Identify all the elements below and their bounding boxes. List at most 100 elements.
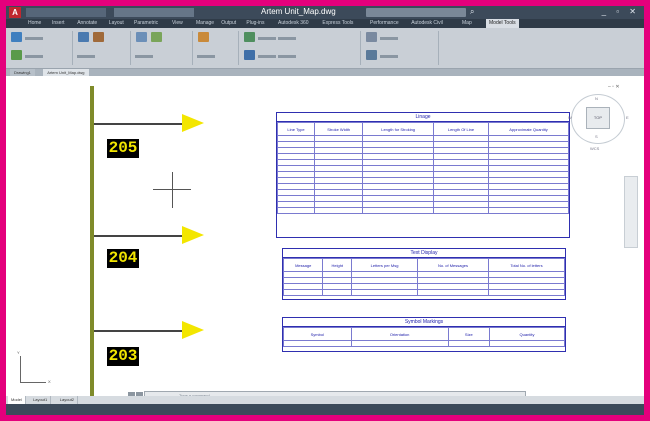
document-title: Artem Unit_Map.dwg (261, 7, 336, 16)
file-tab[interactable]: Drawing1 (10, 69, 35, 76)
map-icon[interactable] (244, 32, 255, 42)
layout-tab-layout2[interactable]: Layout2 (57, 396, 79, 404)
table-header-cell: Stroke Width (314, 122, 364, 136)
drawing-canvas[interactable]: 205 204 203 Linage Line Type Stroke Width… (6, 76, 644, 396)
ribbon-tab-express-tools[interactable]: Express Tools (322, 19, 353, 28)
extrude-icon[interactable] (151, 32, 162, 42)
layer-icon[interactable] (244, 50, 255, 60)
ribbon-tab-manage[interactable]: Manage (196, 19, 214, 28)
table-header-cell: Line Type (276, 122, 316, 136)
ribbon-tab-performance[interactable]: Performance (370, 19, 399, 28)
compass-north-label[interactable]: N (595, 96, 598, 101)
viewport-controls[interactable]: – ▫ ✕ (608, 84, 620, 90)
table-cell (276, 207, 316, 214)
flag-204 (182, 226, 204, 244)
box-icon[interactable] (93, 32, 104, 42)
ribbon-tab-map[interactable]: Map (462, 19, 472, 28)
table-cell (489, 340, 565, 347)
ribbon-tab-parametric[interactable]: Parametric (134, 19, 158, 28)
application-menu-button[interactable]: A (9, 7, 21, 18)
layout-tab-layout1[interactable]: Layout1 (30, 396, 52, 404)
workspace-dropdown[interactable] (114, 8, 194, 17)
ribbon-tab-bar: Home Insert Annotate Layout Parametric View Ma… (6, 19, 644, 28)
ribbon-group-edit[interactable] (76, 30, 126, 60)
file-tab[interactable]: Artem Unit_Map.dwg (43, 69, 89, 76)
table-cell (432, 207, 490, 214)
navigation-bar[interactable] (624, 176, 638, 248)
settings-icon[interactable] (366, 32, 377, 42)
marker-label-205: 205 (107, 139, 139, 158)
ucs-y-axis (20, 356, 21, 382)
lineage-grid: Line Type Stroke Width Length for Stroking… (276, 122, 569, 214)
status-bar (6, 404, 644, 415)
table-cell (350, 340, 449, 347)
ribbon-group-inquiry[interactable] (196, 30, 236, 60)
quick-access-toolbar[interactable] (26, 8, 106, 17)
crosshair-cursor-vertical (172, 172, 173, 208)
table-header-cell: Letters per Msg (351, 258, 418, 272)
ribbon-tab-autodesk-360[interactable]: Autodesk 360 (278, 19, 309, 28)
ribbon-group-map[interactable] (242, 30, 357, 60)
compass-east-label[interactable]: E (626, 115, 629, 120)
marker-label-203: 203 (107, 347, 139, 366)
ucs-y-label: Y (17, 350, 20, 355)
table-header-cell: Total No. of letters (487, 258, 566, 272)
ribbon-group-create[interactable] (9, 30, 69, 60)
ribbon-tab-annotate[interactable]: Annotate (77, 19, 97, 28)
wcs-menu[interactable]: WCS (590, 146, 599, 151)
marker-arm-203 (94, 330, 182, 332)
ribbon-tab-insert[interactable]: Insert (52, 19, 65, 28)
ribbon-tab-home[interactable]: Home (28, 19, 41, 28)
tool-icon[interactable] (11, 50, 22, 60)
layout-tab-model[interactable]: Model (8, 396, 26, 404)
window-controls[interactable]: _ ▫ ✕ (602, 7, 640, 16)
ribbon-group-modify[interactable] (134, 30, 189, 60)
ribbon-tab-output[interactable]: Output (221, 19, 236, 28)
ribbon-group-options[interactable] (364, 30, 434, 60)
table-row (283, 340, 565, 347)
ucs-x-label: X (48, 379, 51, 384)
table-cell (362, 207, 434, 214)
ribbon-tab-layout[interactable]: Layout (109, 19, 124, 28)
symbol-markings-table-title: Symbol Markings (283, 318, 565, 327)
table-header-cell: Quantity (489, 327, 565, 341)
viewcube[interactable]: TOP (586, 107, 610, 129)
table-row (276, 207, 569, 214)
table-header-cell: Height (322, 258, 353, 272)
table-cell (322, 289, 353, 296)
table-cell (283, 340, 352, 347)
table-header-cell: Length Of Line (432, 122, 490, 136)
text-display-grid: Message Height Letters per Msg No. of Messa… (282, 258, 566, 296)
layout-tab-bar: Model Layout1 Layout2 (6, 396, 644, 404)
text-display-table-title: Text Display (283, 249, 565, 258)
compass-south-label[interactable]: S (595, 134, 598, 139)
compass-west-label[interactable]: W (568, 115, 572, 120)
inquiry-icon[interactable] (198, 32, 209, 42)
autocad-window: A Artem Unit_Map.dwg ⌕ _ ▫ ✕ Home Insert A… (6, 6, 644, 415)
ribbon-tab-plug-ins[interactable]: Plug-ins (246, 19, 264, 28)
model-icon[interactable] (11, 32, 22, 42)
table-cell (487, 289, 566, 296)
drafting-toggles[interactable] (226, 407, 306, 412)
table-icon[interactable] (366, 50, 377, 60)
modify-icon[interactable] (136, 32, 147, 42)
marker-label-204: 204 (107, 249, 139, 268)
table-header-cell: Message (282, 258, 324, 272)
text-display-table[interactable]: Text Display Message Height Letters per Ms… (282, 248, 566, 300)
marker-post (90, 86, 94, 396)
table-cell (282, 289, 324, 296)
file-tab-bar: Drawing1 Artem Unit_Map.dwg (6, 69, 644, 76)
edit-icon[interactable] (78, 32, 89, 42)
marker-arm-204 (94, 235, 182, 237)
symbol-markings-table[interactable]: Symbol Markings Symbol Orientation Size Qua… (282, 317, 566, 352)
ribbon-tab-model-tools[interactable]: Model Tools (486, 19, 519, 28)
search-input[interactable] (366, 8, 466, 17)
search-icon[interactable]: ⌕ (470, 7, 474, 17)
ribbon-tab-autodesk-civil[interactable]: Autodesk Civil (411, 19, 443, 28)
ribbon-panel (6, 28, 644, 69)
table-header-cell: Approximate Quantity (488, 122, 569, 136)
marker-arm-205 (94, 123, 182, 125)
lineage-table-title: Linage (277, 113, 569, 122)
lineage-table[interactable]: Linage Line Type Stroke Width Length for S… (276, 112, 570, 238)
ribbon-tab-view[interactable]: View (172, 19, 183, 28)
